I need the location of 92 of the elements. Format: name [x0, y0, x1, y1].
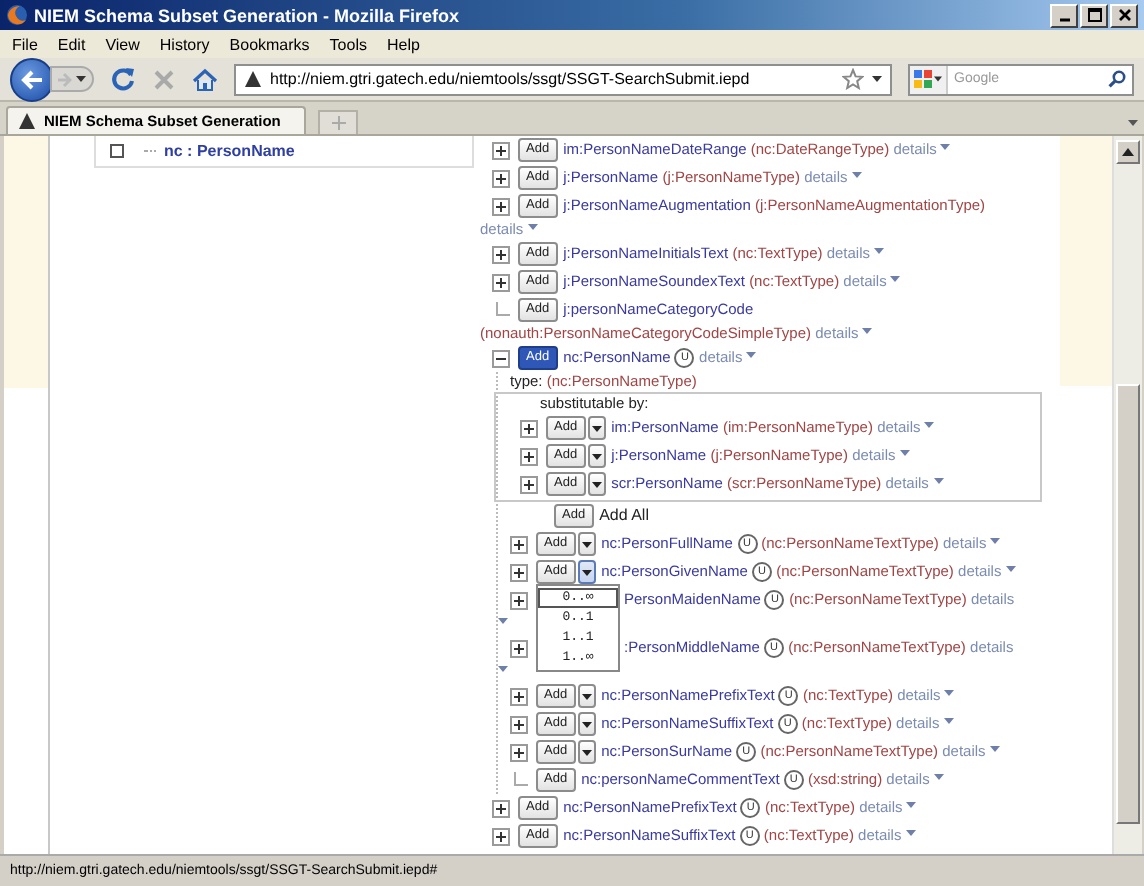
- expand-toggle[interactable]: [492, 273, 510, 291]
- expand-toggle[interactable]: [492, 141, 510, 159]
- menu-item[interactable]: Bookmarks: [229, 35, 310, 53]
- address-field[interactable]: http://niem.gtri.gatech.edu/niemtools/ssgt/SSGT-SearchSubmit.iepd: [234, 63, 892, 95]
- collapse-toggle[interactable]: [492, 349, 510, 367]
- maximize-icon: [1087, 8, 1101, 22]
- caret-icon[interactable]: [872, 76, 882, 82]
- dropdown-button[interactable]: [587, 444, 606, 469]
- minimize-button[interactable]: [1050, 3, 1078, 27]
- expand-toggle[interactable]: [510, 687, 528, 705]
- caret-icon: [76, 76, 86, 82]
- expand-toggle[interactable]: [492, 799, 510, 817]
- menu-item[interactable]: Help: [386, 35, 420, 53]
- add-all-label: Add All: [599, 505, 649, 524]
- caret-icon: [989, 745, 1000, 752]
- caret-icon: [591, 453, 602, 460]
- site-icon: [18, 112, 36, 130]
- back-button[interactable]: [10, 57, 54, 101]
- menu-item[interactable]: View: [105, 35, 140, 53]
- scroll-up-button[interactable]: [1116, 140, 1140, 164]
- plus-icon: [331, 116, 345, 130]
- caret-icon: [990, 537, 1001, 544]
- menu-item[interactable]: Edit: [57, 35, 86, 53]
- caret-icon: [498, 666, 508, 672]
- expand-toggle[interactable]: [510, 639, 528, 657]
- menu-item[interactable]: History: [159, 35, 210, 53]
- menu-item[interactable]: File: [12, 35, 38, 53]
- caret-icon: [581, 721, 592, 728]
- expand-toggle[interactable]: [492, 197, 510, 215]
- forward-arrow-icon: [56, 71, 72, 87]
- caret-icon: [899, 449, 910, 456]
- caret-icon: [1127, 119, 1137, 125]
- expand-toggle[interactable]: [510, 563, 528, 581]
- caret-icon: [581, 541, 592, 548]
- up-arrow-icon: [1122, 148, 1134, 156]
- reload-icon[interactable]: [110, 66, 136, 92]
- back-arrow-icon: [20, 69, 44, 89]
- expand-toggle[interactable]: [510, 591, 528, 609]
- engine-icon: [914, 70, 932, 88]
- scrollbar[interactable]: [1112, 136, 1142, 854]
- expand-toggle[interactable]: [520, 447, 538, 465]
- caret-icon: [581, 569, 592, 576]
- star-icon[interactable]: [842, 68, 864, 90]
- close-icon: [1117, 8, 1131, 22]
- maximize-button[interactable]: [1080, 3, 1108, 27]
- close-button[interactable]: [1110, 3, 1138, 27]
- browser-logo: [6, 4, 28, 26]
- checkbox[interactable]: [110, 144, 124, 158]
- caret-icon: [924, 421, 935, 428]
- caret-icon: [581, 749, 592, 756]
- caret-icon: [746, 351, 757, 358]
- home-icon[interactable]: [192, 67, 218, 91]
- expand-toggle[interactable]: [510, 715, 528, 733]
- dropdown-button[interactable]: [577, 684, 596, 709]
- caret-icon: [498, 618, 508, 624]
- caret-icon: [906, 801, 917, 808]
- caret-icon: [591, 481, 602, 488]
- expand-toggle[interactable]: [492, 245, 510, 263]
- caret-icon: [943, 717, 954, 724]
- dropdown-button[interactable]: [577, 560, 596, 585]
- menu-item[interactable]: Tools: [329, 35, 367, 53]
- caret-icon: [581, 693, 592, 700]
- caret-icon: [591, 425, 602, 432]
- window-title: NIEM Schema Subset Generation - Mozilla Firefox: [34, 5, 460, 25]
- caret-icon: [862, 328, 873, 334]
- dropdown-button[interactable]: [587, 472, 606, 497]
- selected-element[interactable]: nc : PersonName: [164, 142, 295, 160]
- expand-toggle[interactable]: [492, 169, 510, 187]
- caret-icon: [1005, 565, 1016, 572]
- expand-toggle[interactable]: [492, 827, 510, 845]
- expand-toggle[interactable]: [520, 419, 538, 437]
- forward-button[interactable]: [50, 66, 94, 92]
- caret-icon: [527, 224, 538, 230]
- search-icon[interactable]: [1108, 70, 1126, 88]
- caret-icon: [905, 829, 916, 836]
- caret-icon: [890, 275, 901, 282]
- site-icon: [244, 70, 262, 88]
- expand-toggle[interactable]: [510, 743, 528, 761]
- expand-toggle[interactable]: [510, 535, 528, 553]
- dropdown-button[interactable]: [577, 532, 596, 557]
- caret-icon: [934, 76, 942, 82]
- caret-icon: [851, 171, 862, 178]
- expand-toggle[interactable]: [520, 475, 538, 493]
- search-engine-button[interactable]: [910, 65, 948, 93]
- caret-icon: [933, 477, 944, 484]
- caret-icon: [933, 773, 944, 780]
- dropdown-button[interactable]: [587, 416, 606, 441]
- caret-icon: [944, 689, 955, 696]
- dropdown-button[interactable]: [577, 740, 596, 765]
- dropdown-button[interactable]: [577, 712, 596, 737]
- caret-icon: [940, 143, 951, 150]
- caret-icon: [874, 247, 885, 254]
